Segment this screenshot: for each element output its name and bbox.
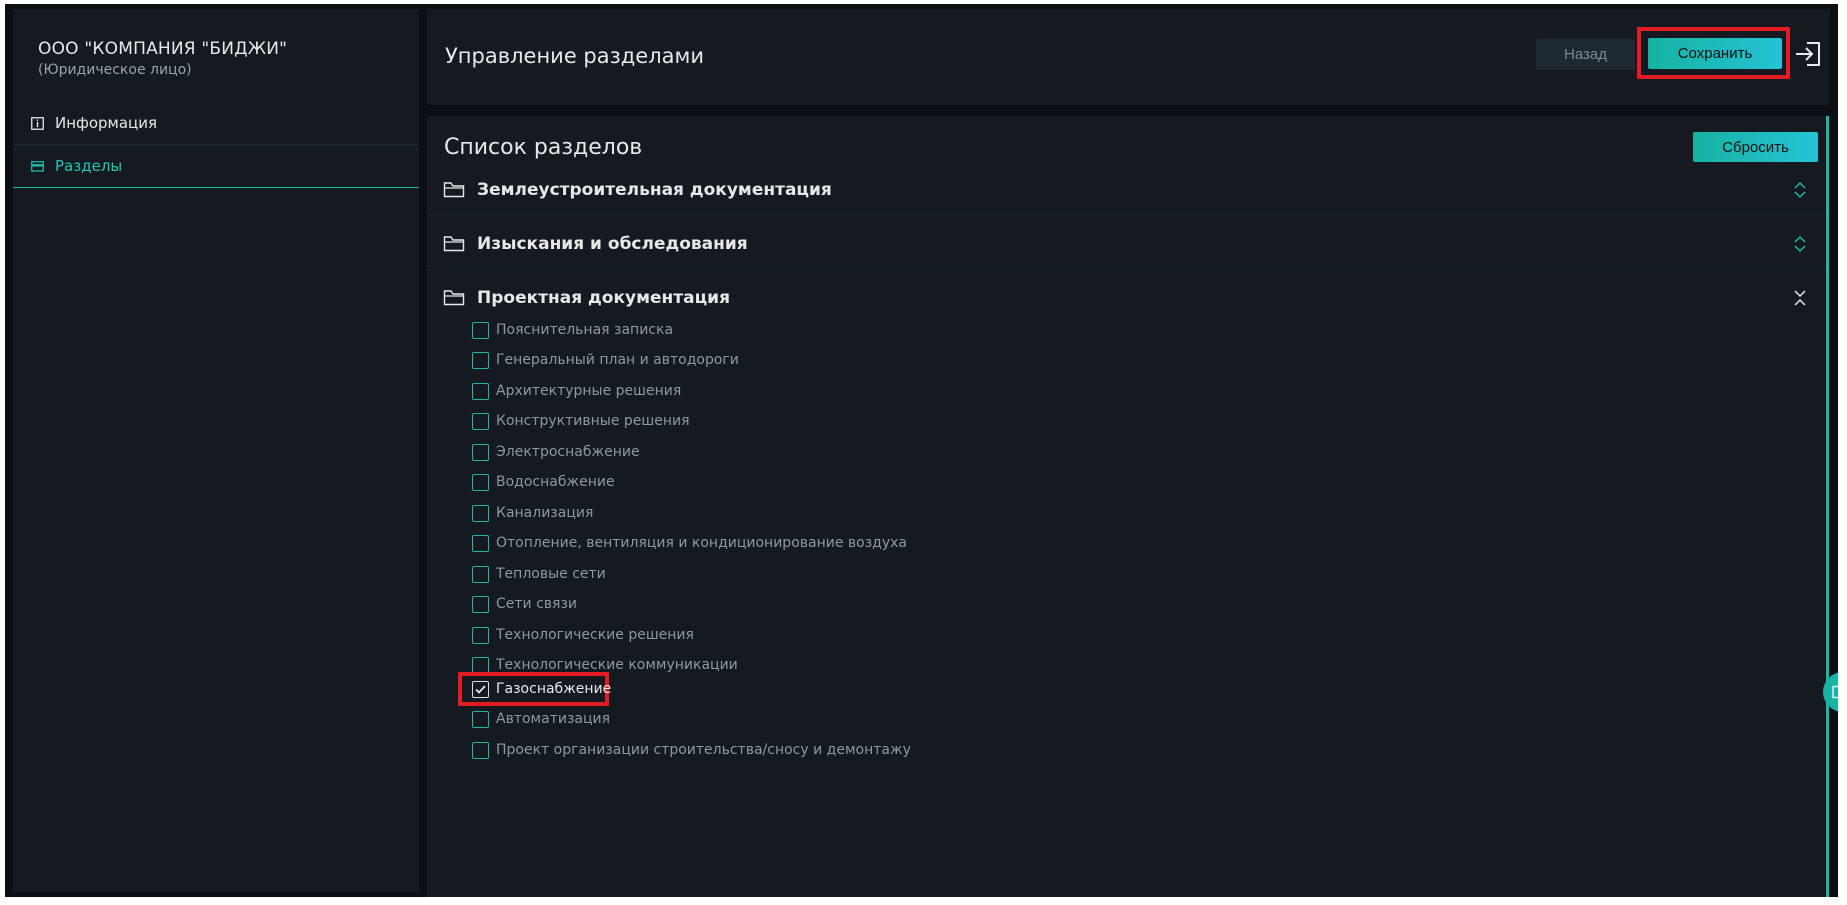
checkbox[interactable] [472, 626, 489, 644]
back-button[interactable]: Назад [1536, 39, 1635, 70]
company-type: (Юридическое лицо) [38, 62, 192, 78]
page-header: Управление разделами Назад Сохранить [427, 9, 1830, 105]
checkbox-label: Канализация [496, 505, 594, 521]
expand-icon[interactable] [1792, 180, 1808, 200]
sidebar-item-info[interactable]: Информация [13, 102, 419, 145]
checkbox-item-gas[interactable]: Газоснабжение [472, 678, 611, 700]
checkbox[interactable] [472, 565, 489, 583]
sections-icon [31, 160, 44, 173]
check-icon [475, 684, 486, 694]
list-title: Список разделов [444, 135, 643, 160]
checkbox[interactable] [472, 741, 489, 759]
folder-icon [1832, 685, 1838, 699]
checkbox[interactable] [472, 656, 489, 674]
checkbox[interactable] [472, 710, 489, 728]
checkbox-item[interactable]: Тепловые сети [472, 563, 606, 585]
checkbox-item[interactable]: Технологические решения [472, 624, 694, 646]
group-land-docs[interactable]: Землеустроительная документация [427, 164, 1830, 216]
checkbox-item[interactable]: Канализация [472, 502, 593, 524]
group-project-docs[interactable]: Проектная документация [427, 272, 1830, 324]
checkbox[interactable] [472, 321, 489, 339]
checkbox-item[interactable]: Электроснабжение [472, 441, 640, 463]
collapse-icon[interactable] [1792, 288, 1808, 308]
checkbox[interactable] [472, 595, 489, 613]
save-button[interactable]: Сохранить [1648, 38, 1782, 69]
reset-button[interactable]: Сбросить [1693, 132, 1818, 162]
checkbox[interactable] [472, 443, 489, 461]
checkbox-item[interactable]: Архитектурные решения [472, 380, 681, 402]
checkbox-item[interactable]: Генеральный план и автодороги [472, 349, 739, 371]
checkbox-label: Технологические решения [496, 627, 694, 643]
checkbox[interactable] [472, 534, 489, 552]
checkbox-item[interactable]: Сети связи [472, 593, 577, 615]
checkbox-label: Конструктивные решения [496, 413, 690, 429]
folder-icon [443, 235, 465, 251]
checkbox-label: Электроснабжение [496, 444, 640, 460]
checkbox-label: Пояснительная записка [496, 322, 674, 338]
logout-icon[interactable] [1794, 41, 1822, 67]
checkbox-label: Водоснабжение [496, 474, 615, 490]
checkbox-label: Автоматизация [496, 711, 611, 727]
checkbox-item[interactable]: Отопление, вентиляция и кондиционировани… [472, 532, 907, 554]
checkbox[interactable] [472, 351, 489, 369]
checkbox-item[interactable]: Конструктивные решения [472, 410, 690, 432]
checkbox-label: Тепловые сети [496, 566, 606, 582]
checkbox-label: Архитектурные решения [496, 383, 682, 399]
group-title: Землеустроительная документация [477, 179, 832, 200]
scrollbar[interactable] [1826, 116, 1829, 897]
checkbox[interactable] [472, 382, 489, 400]
group-title: Изыскания и обследования [477, 233, 748, 254]
sidebar: ООО "КОМПАНИЯ "БИДЖИ" (Юридическое лицо)… [13, 9, 419, 892]
sidebar-item-sections[interactable]: Разделы [13, 145, 419, 188]
checkbox-item[interactable]: Водоснабжение [472, 471, 615, 493]
checkbox[interactable] [472, 473, 489, 491]
sidebar-item-label: Разделы [55, 157, 123, 175]
checkbox-label: Генеральный план и автодороги [496, 352, 739, 368]
page-title: Управление разделами [445, 44, 705, 68]
checkbox-label: Проект организации строительства/сносу и… [496, 742, 911, 758]
checkbox-label: Технологические коммуникации [496, 657, 738, 673]
checkbox-item[interactable]: Проект организации строительства/сносу и… [472, 739, 911, 761]
sidebar-item-label: Информация [55, 114, 158, 132]
app-window: ООО "КОМПАНИЯ "БИДЖИ" (Юридическое лицо)… [5, 4, 1838, 897]
group-surveys[interactable]: Изыскания и обследования [427, 218, 1830, 270]
checkbox-label: Сети связи [496, 596, 578, 612]
checkbox-checked[interactable] [472, 680, 489, 698]
expand-icon[interactable] [1792, 234, 1808, 254]
group-title: Проектная документация [477, 288, 730, 308]
checkbox-item[interactable]: Автоматизация [472, 708, 610, 730]
checkbox-label: Отопление, вентиляция и кондиционировани… [496, 535, 907, 551]
folder-icon [443, 181, 465, 197]
company-name: ООО "КОМПАНИЯ "БИДЖИ" [38, 39, 288, 59]
checkbox-item[interactable]: Пояснительная записка [472, 319, 673, 341]
checkbox[interactable] [472, 504, 489, 522]
folder-icon [443, 290, 465, 306]
sections-panel: Список разделов Сбросить Землеустроитель… [427, 116, 1830, 897]
checkbox[interactable] [472, 412, 489, 430]
info-icon [31, 116, 44, 130]
checkbox-label: Газоснабжение [496, 681, 612, 697]
